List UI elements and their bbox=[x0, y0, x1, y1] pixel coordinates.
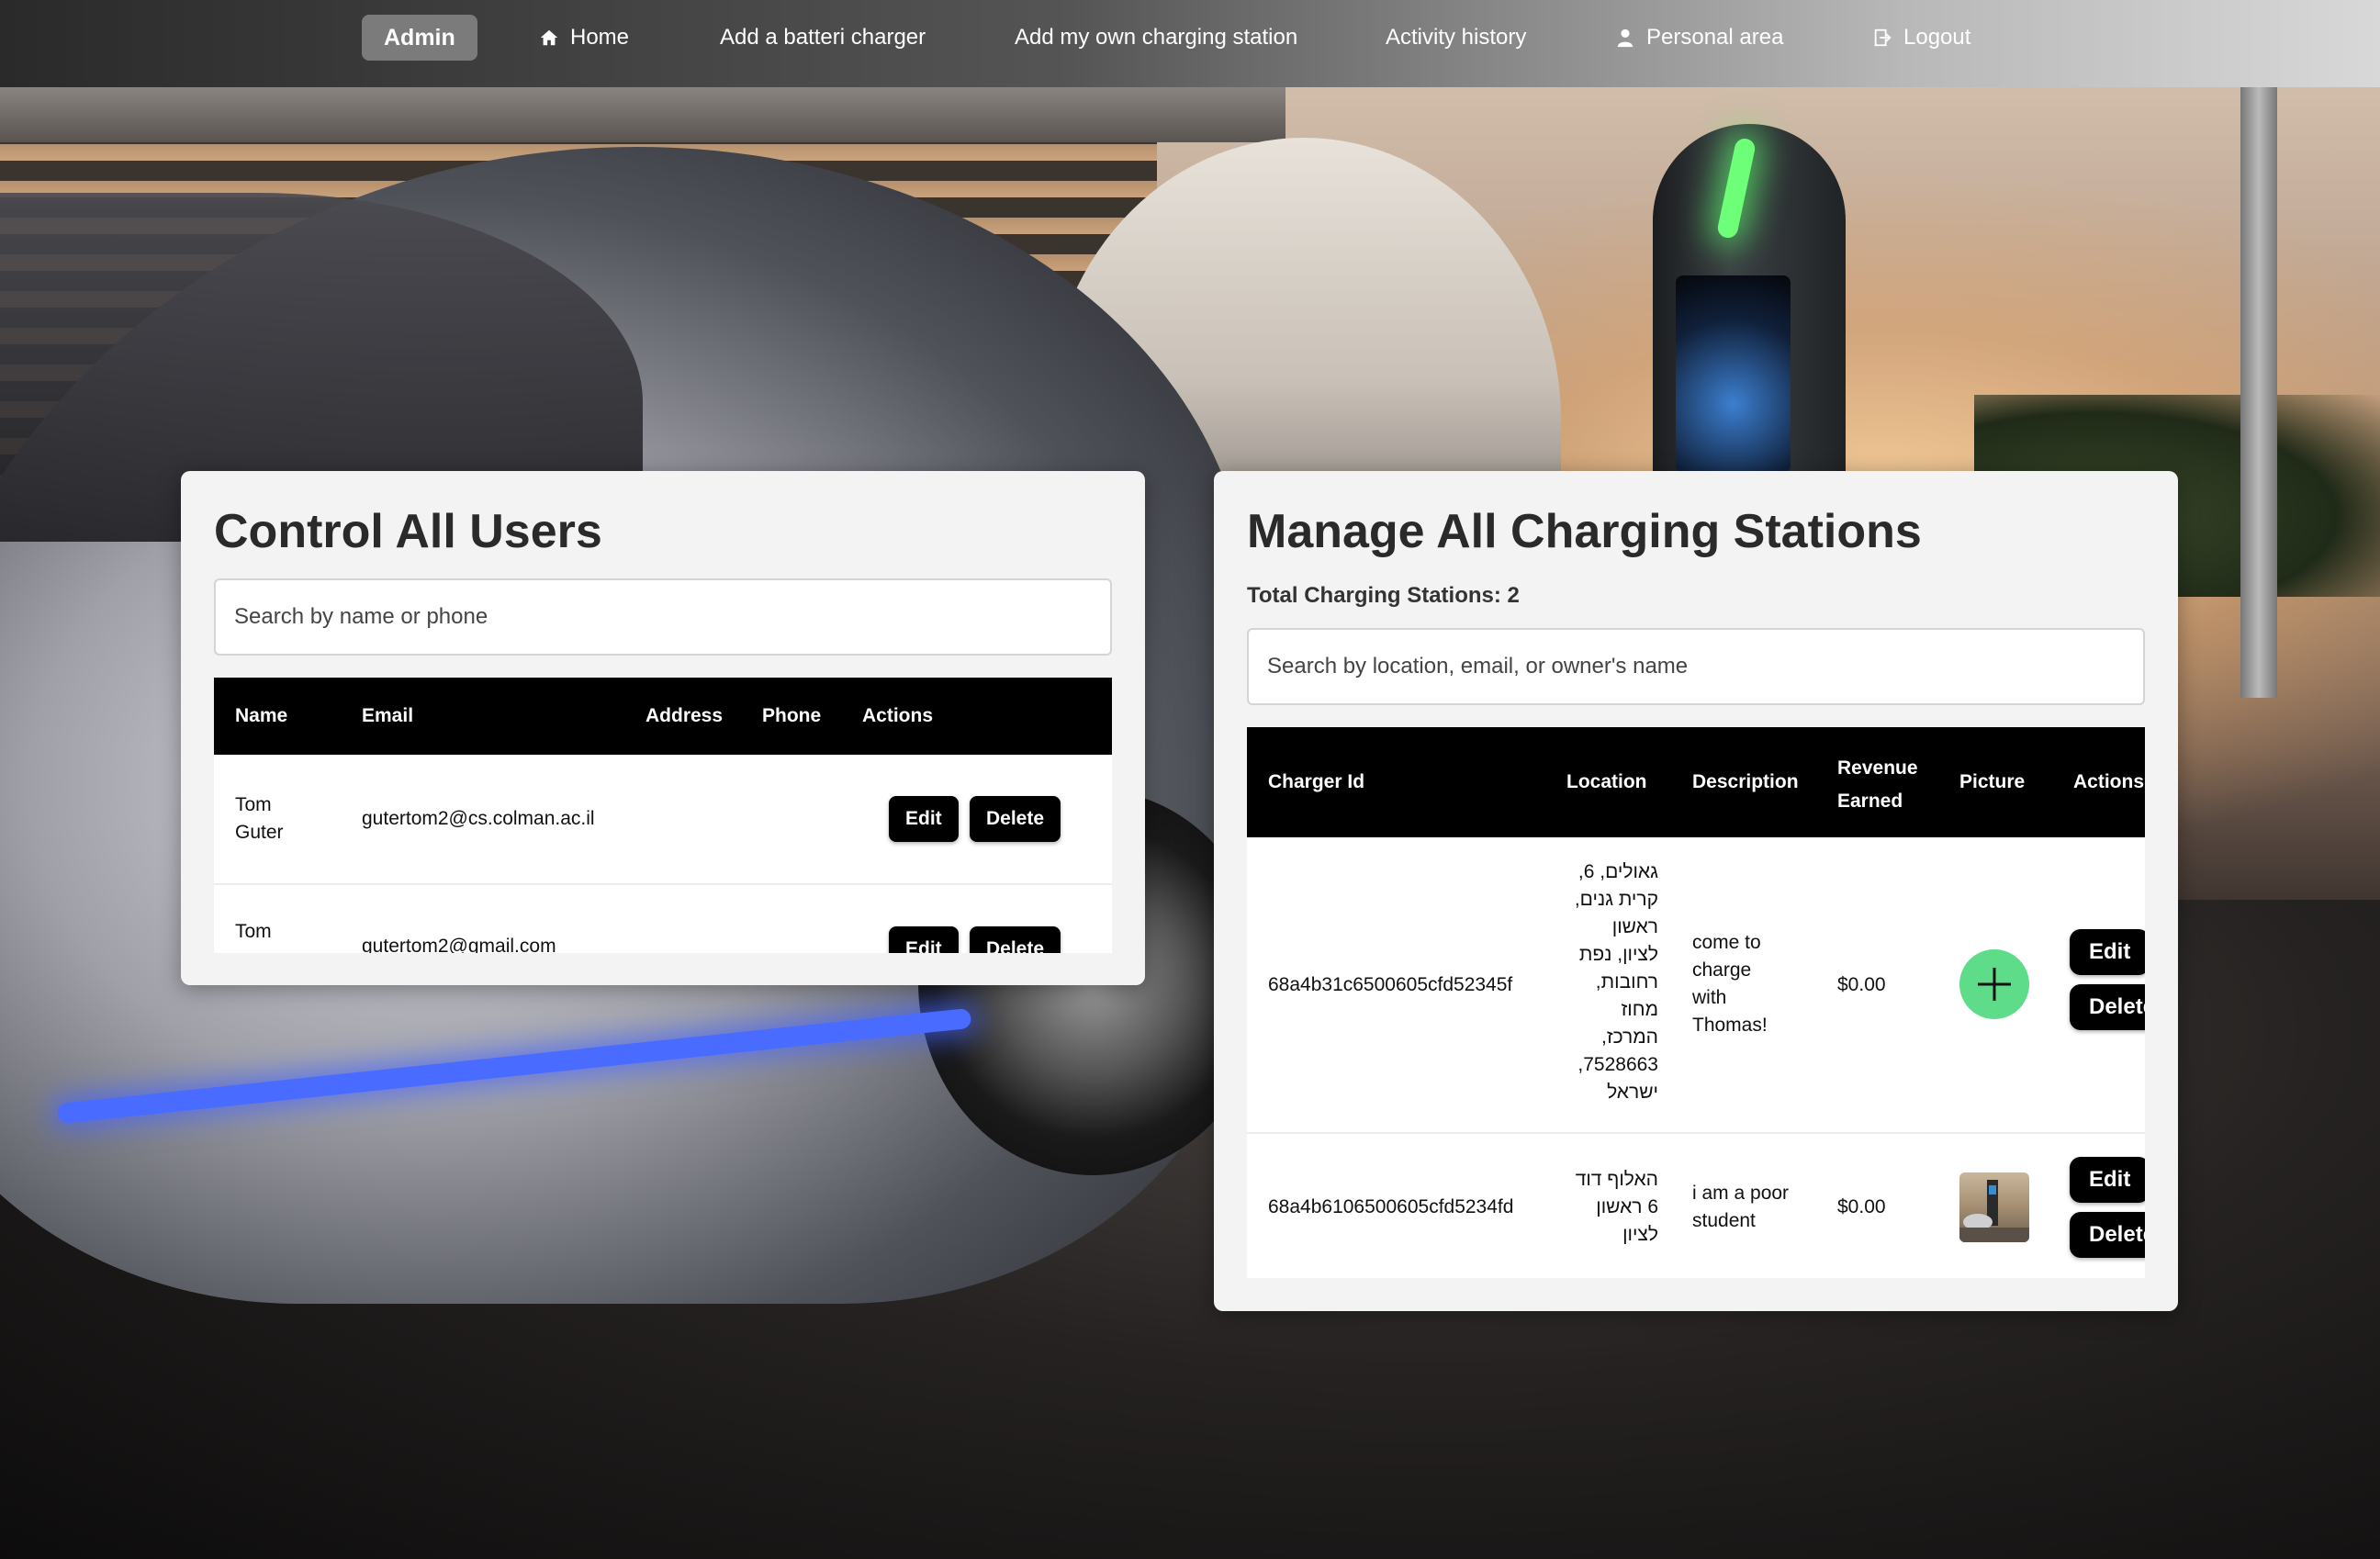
edit-station-button[interactable]: Edit bbox=[2070, 929, 2145, 975]
top-navbar: Admin Home Add a batteri charger Add my … bbox=[0, 0, 2380, 87]
stations-panel: Manage All Charging Stations Total Charg… bbox=[1214, 471, 2178, 1311]
station-id-cell: 68a4b31c6500605cfd52345f bbox=[1268, 974, 1513, 995]
station-description-cell: come to charge with Thomas! bbox=[1692, 929, 1812, 1039]
nav-personal-area[interactable]: Personal area bbox=[1593, 15, 1805, 61]
nav-admin-label: Admin bbox=[384, 24, 455, 50]
location-line: לציון bbox=[1622, 1224, 1658, 1245]
nav-home[interactable]: Home bbox=[517, 15, 651, 61]
total-stations-count: Total Charging Stations: 2 bbox=[1247, 583, 1520, 608]
table-row: 68a4b31c6500605cfd52345f גאולים, 6, קרית… bbox=[1247, 837, 2145, 1134]
delete-user-button[interactable]: Delete bbox=[970, 796, 1061, 842]
users-table: Name Email Address Phone Actions Tom Gut… bbox=[214, 678, 1112, 953]
table-row: Tom gutertom2@gmail.com Edit Delete bbox=[214, 885, 1112, 953]
location-line: מחוז bbox=[1621, 999, 1659, 1020]
location-line: ישראל bbox=[1607, 1082, 1658, 1103]
nav-home-label: Home bbox=[570, 25, 630, 50]
location-line: לציון, נפת bbox=[1578, 944, 1658, 965]
location-line: ראשון bbox=[1611, 916, 1658, 937]
users-table-header: Name Email Address Phone Actions bbox=[214, 678, 1112, 755]
background-building-roof bbox=[0, 87, 1285, 142]
user-email-cell: gutertom2@gmail.com bbox=[362, 936, 556, 953]
nav-activity-history-label: Activity history bbox=[1386, 25, 1527, 50]
nav-logout-label: Logout bbox=[1903, 25, 1971, 50]
plus-icon[interactable] bbox=[1959, 949, 2029, 1019]
nav-personal-area-label: Personal area bbox=[1646, 25, 1784, 50]
stations-panel-title: Manage All Charging Stations bbox=[1247, 505, 1922, 558]
users-col-phone: Phone bbox=[762, 705, 822, 726]
users-search-input[interactable] bbox=[214, 578, 1112, 656]
station-revenue-cell: $0.00 bbox=[1837, 1196, 1886, 1217]
table-row: Tom Guter gutertom2@cs.colman.ac.il Edit… bbox=[214, 755, 1112, 885]
nav-admin[interactable]: Admin bbox=[362, 15, 477, 61]
location-line: 7528663, bbox=[1577, 1054, 1658, 1075]
description-line: i am a poor bbox=[1692, 1183, 1790, 1204]
users-col-email: Email bbox=[362, 705, 414, 726]
edit-user-button[interactable]: Edit bbox=[889, 926, 959, 953]
station-photo[interactable] bbox=[1959, 1172, 2029, 1242]
stations-col-revenue: Revenue Earned bbox=[1837, 757, 1918, 812]
description-line: come to bbox=[1692, 932, 1761, 953]
user-name-cell: Tom Guter bbox=[235, 794, 284, 843]
user-icon bbox=[1617, 28, 1633, 48]
description-line: charge bbox=[1692, 959, 1752, 981]
station-location-cell: גאולים, 6, קרית גנים, ראשון לציון, נפת ר… bbox=[1566, 858, 1658, 1106]
delete-station-button[interactable]: Delete bbox=[2070, 1212, 2145, 1258]
home-icon bbox=[540, 29, 558, 46]
station-photo-art bbox=[1959, 1180, 2029, 1242]
description-line: Thomas! bbox=[1692, 1015, 1768, 1036]
users-panel-title: Control All Users bbox=[214, 505, 602, 558]
station-location-cell: האלוף דוד 6 ראשון לציון bbox=[1566, 1166, 1658, 1249]
location-line: גאולים, 6, bbox=[1577, 861, 1658, 882]
stations-col-actions: Actions bbox=[2073, 771, 2145, 792]
location-line: האלוף דוד bbox=[1575, 1169, 1658, 1190]
users-col-address: Address bbox=[646, 705, 724, 726]
station-description-cell: i am a poor student bbox=[1692, 1180, 1812, 1235]
nav-add-own-station[interactable]: Add my own charging station bbox=[993, 15, 1319, 61]
stations-col-location: Location bbox=[1566, 771, 1647, 792]
edit-station-button[interactable]: Edit bbox=[2070, 1157, 2145, 1203]
nav-logout[interactable]: Logout bbox=[1850, 15, 1993, 61]
location-line: המרכז, bbox=[1601, 1026, 1658, 1048]
nav-add-batteri-charger[interactable]: Add a batteri charger bbox=[698, 15, 948, 61]
background-charger-screen bbox=[1676, 275, 1791, 473]
delete-user-button[interactable]: Delete bbox=[970, 926, 1061, 953]
user-email-cell: gutertom2@cs.colman.ac.il bbox=[362, 808, 595, 829]
description-line: with bbox=[1692, 987, 1727, 1008]
stations-col-picture: Picture bbox=[1959, 771, 2026, 792]
logout-icon bbox=[1874, 28, 1892, 47]
delete-station-button[interactable]: Delete bbox=[2070, 984, 2145, 1030]
user-name-cell: Tom bbox=[235, 921, 272, 942]
station-revenue-cell: $0.00 bbox=[1837, 974, 1886, 995]
nav-add-own-station-label: Add my own charging station bbox=[1015, 25, 1298, 50]
location-line: קרית גנים, bbox=[1574, 889, 1658, 910]
stations-col-charger-id: Charger Id bbox=[1268, 771, 1365, 792]
nav-add-batteri-charger-label: Add a batteri charger bbox=[720, 25, 926, 50]
stations-search-input[interactable] bbox=[1247, 628, 2145, 705]
nav-activity-history[interactable]: Activity history bbox=[1364, 15, 1548, 61]
stations-table-header: Charger Id Location Description Revenue … bbox=[1247, 727, 2145, 837]
stations-col-description: Description bbox=[1692, 771, 1799, 792]
users-col-actions: Actions bbox=[862, 705, 934, 726]
edit-user-button[interactable]: Edit bbox=[889, 796, 959, 842]
table-row: 68a4b6106500605cfd5234fd האלוף דוד 6 ראש… bbox=[1247, 1134, 2145, 1278]
users-panel: Control All Users Name Email Address Pho… bbox=[181, 471, 1145, 985]
station-id-cell: 68a4b6106500605cfd5234fd bbox=[1268, 1196, 1514, 1217]
stations-table: Charger Id Location Description Revenue … bbox=[1247, 727, 2145, 1278]
plus-icon-glyph bbox=[1978, 968, 2011, 1001]
users-col-name: Name bbox=[235, 705, 288, 726]
description-line: student bbox=[1692, 1210, 1756, 1231]
background-pole bbox=[2240, 55, 2277, 698]
location-line: 6 ראשון bbox=[1596, 1196, 1658, 1217]
location-line: רחובות, bbox=[1595, 971, 1658, 993]
